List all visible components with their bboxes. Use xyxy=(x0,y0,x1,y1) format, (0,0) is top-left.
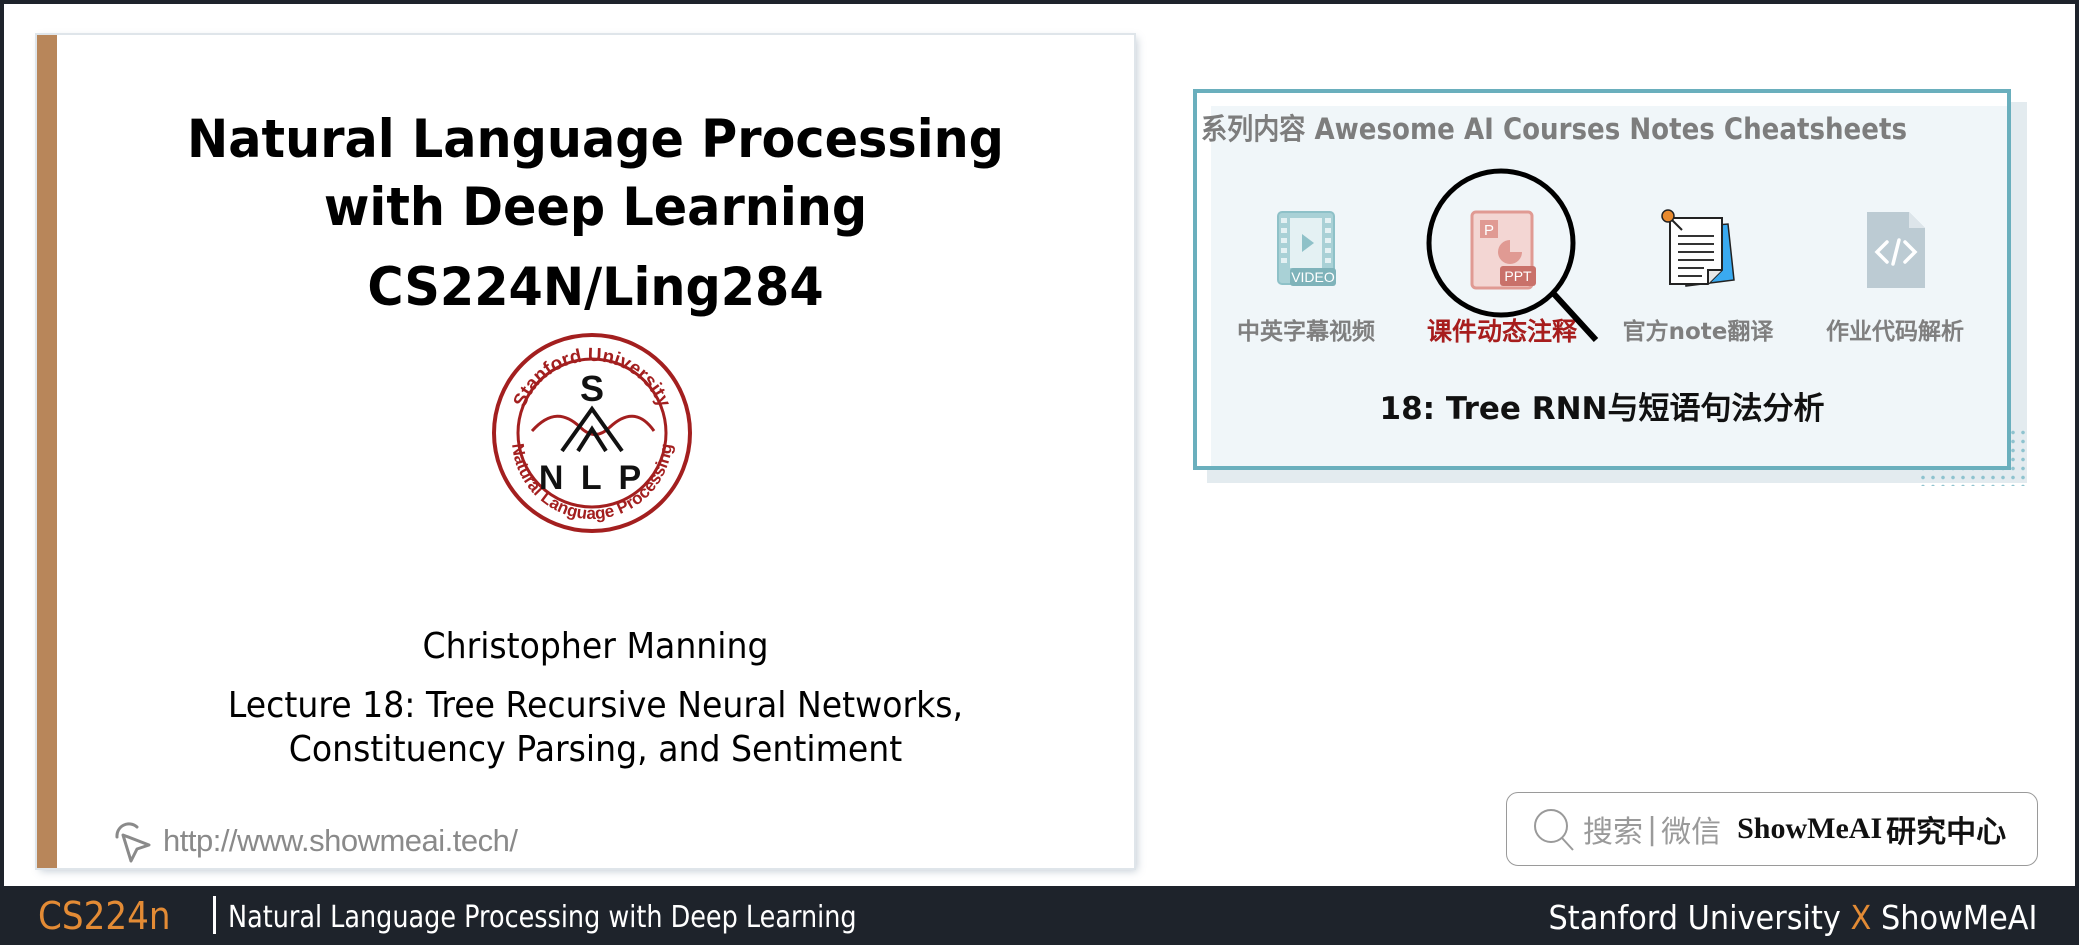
panel-lecture-title: 18: Tree RNN与短语句法分析 xyxy=(1379,391,1825,427)
magnifier-icon xyxy=(1426,168,1599,343)
slide-lecture-line2: Constituency Parsing, and Sentiment xyxy=(288,729,903,770)
feature-label: 官方note翻译 xyxy=(1622,319,1774,345)
search-brand: ShowMeAI xyxy=(1737,812,1883,845)
footer-x: X xyxy=(1850,898,1871,937)
search-hint-wechat: 微信 xyxy=(1661,815,1722,850)
feature-notes[interactable]: 官方note翻译 xyxy=(1608,208,1788,346)
search-brand-cn: 研究中心 xyxy=(1886,815,2007,850)
feature-label: 中英字幕视频 xyxy=(1237,319,1375,345)
stanford-nlp-logo: Stanford University Natural Language Pro… xyxy=(492,333,692,533)
footer-university: Stanford University xyxy=(1548,898,1841,937)
logo-letters-nlp: N L P xyxy=(539,459,645,497)
feature-label: 作业代码解析 xyxy=(1826,319,1964,345)
footer-credits: Stanford University X ShowMeAI xyxy=(1548,898,2037,937)
slide-title-line2: with Deep Learning xyxy=(323,177,868,238)
footer-course-code: CS224n xyxy=(38,894,171,938)
slide-url-text: http://www.showmeai.tech/ xyxy=(163,823,518,858)
logo-letter-s: S xyxy=(580,368,604,409)
footer-course-title: Natural Language Processing with Deep Le… xyxy=(228,900,857,935)
feature-video[interactable]: VIDEO 中英字幕视频 xyxy=(1216,208,1396,346)
video-icon: VIDEO xyxy=(1277,211,1336,286)
slide-course-code: CS224N/Ling284 xyxy=(367,257,824,318)
search-separator: | xyxy=(1647,811,1658,847)
footer-bar: CS224n Natural Language Processing with … xyxy=(0,886,2079,945)
feature-code[interactable]: 作业代码解析 xyxy=(1805,208,1985,346)
footer-divider xyxy=(213,896,216,934)
note-icon xyxy=(1661,209,1735,287)
lecture-slide: Natural Language Processing with Deep Le… xyxy=(37,35,1134,868)
slide-url-link[interactable]: http://www.showmeai.tech/ xyxy=(107,817,518,865)
slide-lecture-line1: Lecture 18: Tree Recursive Neural Networ… xyxy=(227,685,964,726)
cursor-click-icon xyxy=(115,822,151,863)
wechat-search-box[interactable]: 搜索 | 微信 ShowMeAI 研究中心 xyxy=(1506,792,2038,866)
code-file-icon xyxy=(1867,212,1925,288)
search-icon xyxy=(1534,809,1574,851)
slide-accent-bar xyxy=(37,35,57,868)
panel-heading: 系列内容 Awesome AI Courses Notes Cheatsheet… xyxy=(1201,112,1907,146)
footer-brand: ShowMeAI xyxy=(1880,898,2037,937)
slide-author: Christopher Manning xyxy=(422,626,769,667)
slide-title-line1: Natural Language Processing xyxy=(187,109,1004,170)
svg-text:VIDEO: VIDEO xyxy=(1291,269,1335,285)
search-hint: 搜索 xyxy=(1583,815,1643,850)
